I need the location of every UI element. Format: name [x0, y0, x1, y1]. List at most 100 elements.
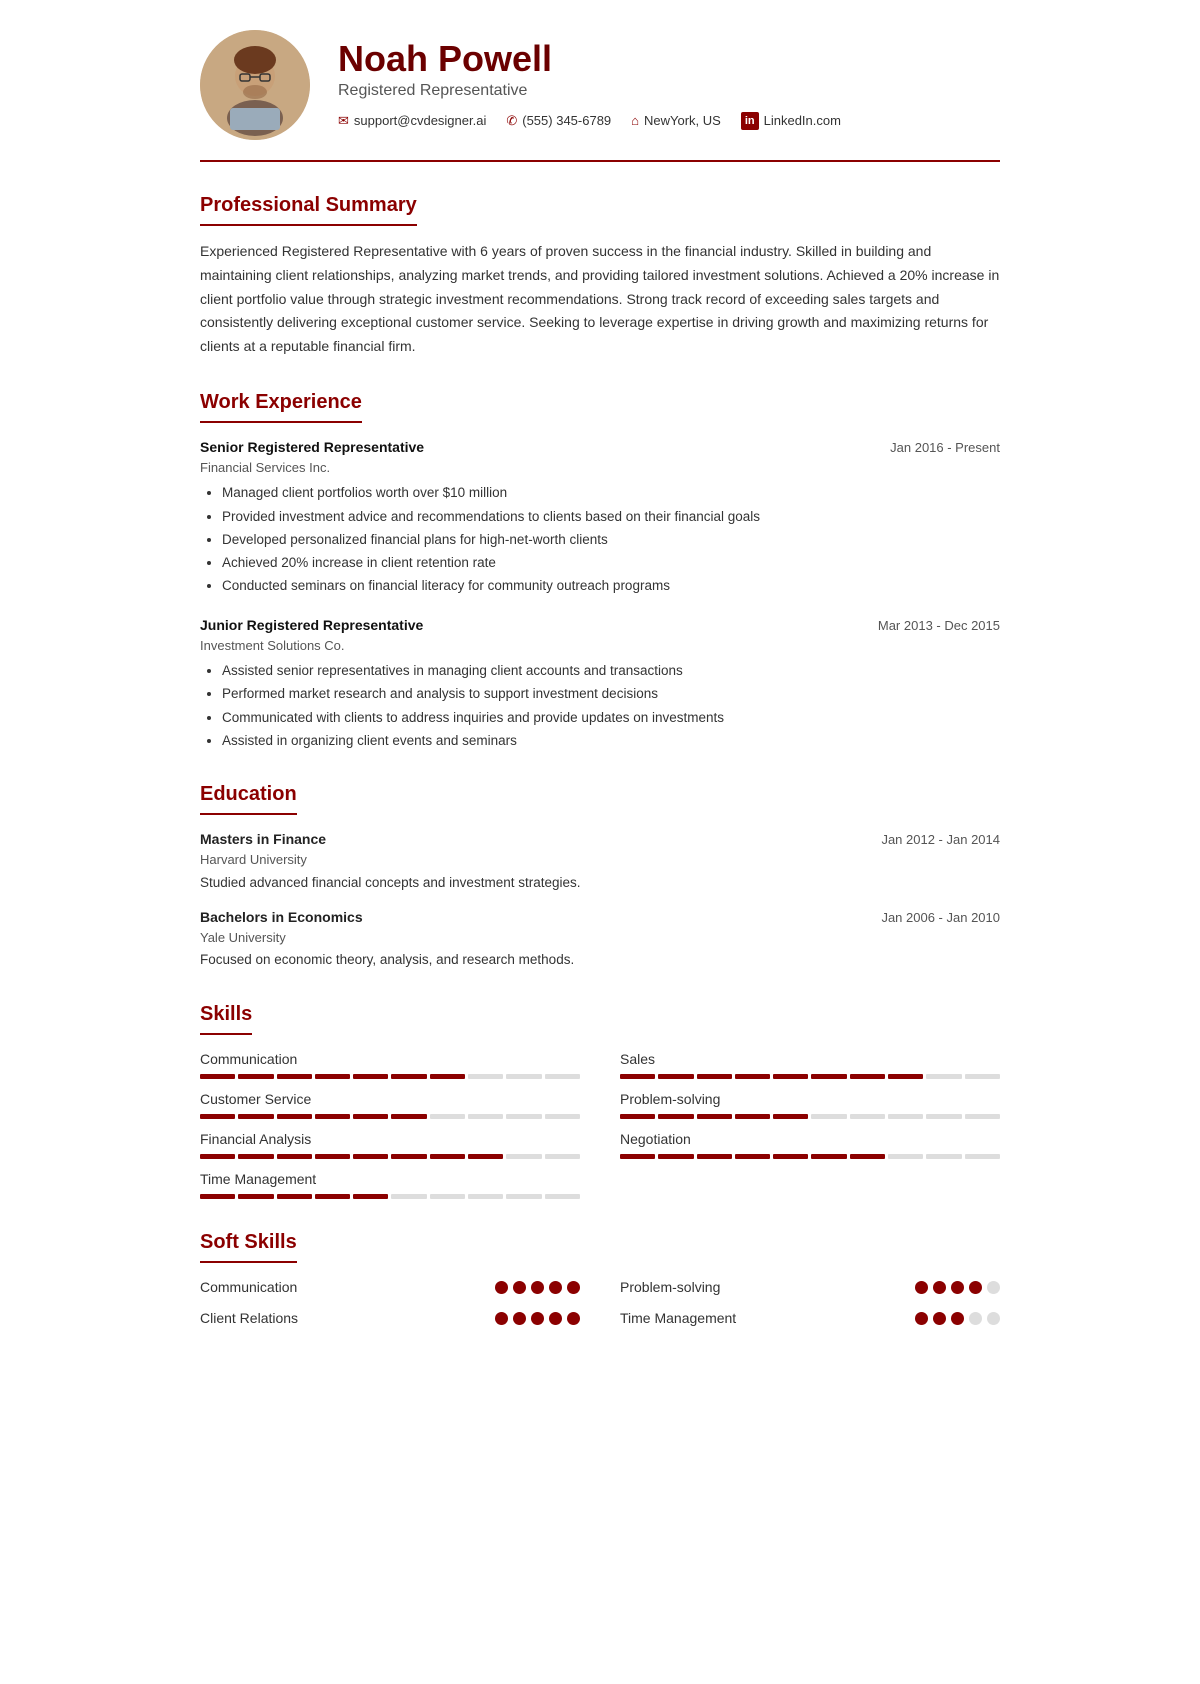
- dots: [915, 1312, 1000, 1325]
- skill-seg-empty: [965, 1114, 1000, 1119]
- location-icon: ⌂: [631, 111, 639, 131]
- dot-filled: [969, 1281, 982, 1294]
- job-1-title: Junior Registered Representative: [200, 615, 423, 636]
- skill-item: Problem-solving: [620, 1089, 1000, 1119]
- edu-0-degree: Masters in Finance: [200, 829, 326, 850]
- dot-filled: [915, 1281, 928, 1294]
- linkedin-icon: in: [741, 112, 759, 131]
- dot-filled: [495, 1312, 508, 1325]
- skill-seg-empty: [468, 1114, 503, 1119]
- skills-title: Skills: [200, 999, 252, 1035]
- dot-empty: [987, 1281, 1000, 1294]
- skill-seg-filled: [353, 1114, 388, 1119]
- job-0-bullets: Managed client portfolios worth over $10…: [200, 483, 1000, 596]
- job-1-date: Mar 2013 - Dec 2015: [878, 616, 1000, 636]
- skill-seg-empty: [926, 1074, 961, 1079]
- skill-seg-filled: [353, 1154, 388, 1159]
- soft-skills-grid: Communication Problem-solving Client Relat…: [200, 1277, 1000, 1329]
- skill-seg-filled: [277, 1114, 312, 1119]
- edu-1-degree: Bachelors in Economics: [200, 907, 363, 928]
- dot-filled: [549, 1281, 562, 1294]
- skill-seg-filled: [430, 1154, 465, 1159]
- skill-item: Sales: [620, 1049, 1000, 1079]
- skill-bar: [620, 1074, 1000, 1079]
- skill-seg-empty: [850, 1114, 885, 1119]
- candidate-title: Registered Representative: [338, 79, 1000, 103]
- bullet: Communicated with clients to address inq…: [222, 708, 1000, 728]
- dot-filled: [567, 1312, 580, 1325]
- linkedin-value: LinkedIn.com: [764, 111, 841, 131]
- skill-seg-empty: [811, 1114, 846, 1119]
- skill-seg-filled: [315, 1154, 350, 1159]
- skill-seg-filled: [620, 1074, 655, 1079]
- skill-item: Negotiation: [620, 1129, 1000, 1159]
- skill-item: Time Management: [200, 1169, 580, 1199]
- dot-filled: [513, 1312, 526, 1325]
- soft-skill-name: Time Management: [620, 1308, 736, 1329]
- work-experience-section: Work Experience Senior Registered Repres…: [200, 387, 1000, 751]
- soft-skills-title: Soft Skills: [200, 1227, 297, 1263]
- skill-seg-empty: [545, 1194, 580, 1199]
- skill-seg-filled: [658, 1074, 693, 1079]
- dots: [915, 1281, 1000, 1294]
- skill-seg-filled: [735, 1114, 770, 1119]
- skill-bar: [620, 1114, 1000, 1119]
- skill-name: Time Management: [200, 1169, 580, 1190]
- skill-seg-filled: [353, 1074, 388, 1079]
- skill-seg-filled: [391, 1154, 426, 1159]
- skill-seg-empty: [430, 1194, 465, 1199]
- soft-skill-item: Problem-solving: [620, 1277, 1000, 1298]
- skill-bar: [200, 1074, 580, 1079]
- edu-0-school: Harvard University: [200, 850, 1000, 870]
- skill-seg-filled: [658, 1114, 693, 1119]
- skill-seg-filled: [315, 1114, 350, 1119]
- dot-filled: [567, 1281, 580, 1294]
- skill-name: Customer Service: [200, 1089, 580, 1110]
- dot-filled: [495, 1281, 508, 1294]
- skill-seg-filled: [735, 1074, 770, 1079]
- soft-skill-name: Communication: [200, 1277, 297, 1298]
- edu-0-date: Jan 2012 - Jan 2014: [881, 830, 1000, 850]
- skill-seg-filled: [773, 1114, 808, 1119]
- skill-seg-empty: [888, 1154, 923, 1159]
- soft-skill-name: Client Relations: [200, 1308, 298, 1329]
- skill-seg-filled: [315, 1194, 350, 1199]
- dot-filled: [513, 1281, 526, 1294]
- job-1-company: Investment Solutions Co.: [200, 636, 1000, 656]
- job-0-title: Senior Registered Representative: [200, 437, 424, 458]
- contact-list: ✉ support@cvdesigner.ai ✆ (555) 345-6789…: [338, 111, 1000, 131]
- dot-filled: [951, 1312, 964, 1325]
- dot-filled: [915, 1312, 928, 1325]
- skill-seg-filled: [200, 1114, 235, 1119]
- bullet: Developed personalized financial plans f…: [222, 530, 1000, 550]
- summary-text: Experienced Registered Representative wi…: [200, 240, 1000, 359]
- skill-seg-filled: [773, 1074, 808, 1079]
- skill-seg-empty: [506, 1114, 541, 1119]
- skill-seg-filled: [200, 1154, 235, 1159]
- skill-seg-filled: [277, 1154, 312, 1159]
- bullet: Assisted senior representatives in manag…: [222, 661, 1000, 681]
- soft-skill-item: Time Management: [620, 1308, 1000, 1329]
- skill-seg-filled: [238, 1194, 273, 1199]
- education-title: Education: [200, 779, 297, 815]
- skill-seg-filled: [697, 1154, 732, 1159]
- skill-seg-filled: [391, 1074, 426, 1079]
- job-0-date: Jan 2016 - Present: [890, 438, 1000, 458]
- skill-bar: [200, 1154, 580, 1159]
- edu-1-header: Bachelors in Economics Jan 2006 - Jan 20…: [200, 907, 1000, 928]
- skill-seg-filled: [811, 1074, 846, 1079]
- dot-empty: [987, 1312, 1000, 1325]
- education-section: Education Masters in Finance Jan 2012 - …: [200, 779, 1000, 971]
- bullet: Managed client portfolios worth over $10…: [222, 483, 1000, 503]
- skill-seg-filled: [277, 1194, 312, 1199]
- skill-seg-filled: [238, 1074, 273, 1079]
- skill-seg-filled: [353, 1194, 388, 1199]
- dots: [495, 1312, 580, 1325]
- skill-seg-empty: [506, 1194, 541, 1199]
- dot-filled: [531, 1312, 544, 1325]
- edu-1: Bachelors in Economics Jan 2006 - Jan 20…: [200, 907, 1000, 971]
- skill-seg-filled: [697, 1114, 732, 1119]
- skill-seg-filled: [811, 1154, 846, 1159]
- skill-seg-empty: [468, 1074, 503, 1079]
- skill-bar: [200, 1114, 580, 1119]
